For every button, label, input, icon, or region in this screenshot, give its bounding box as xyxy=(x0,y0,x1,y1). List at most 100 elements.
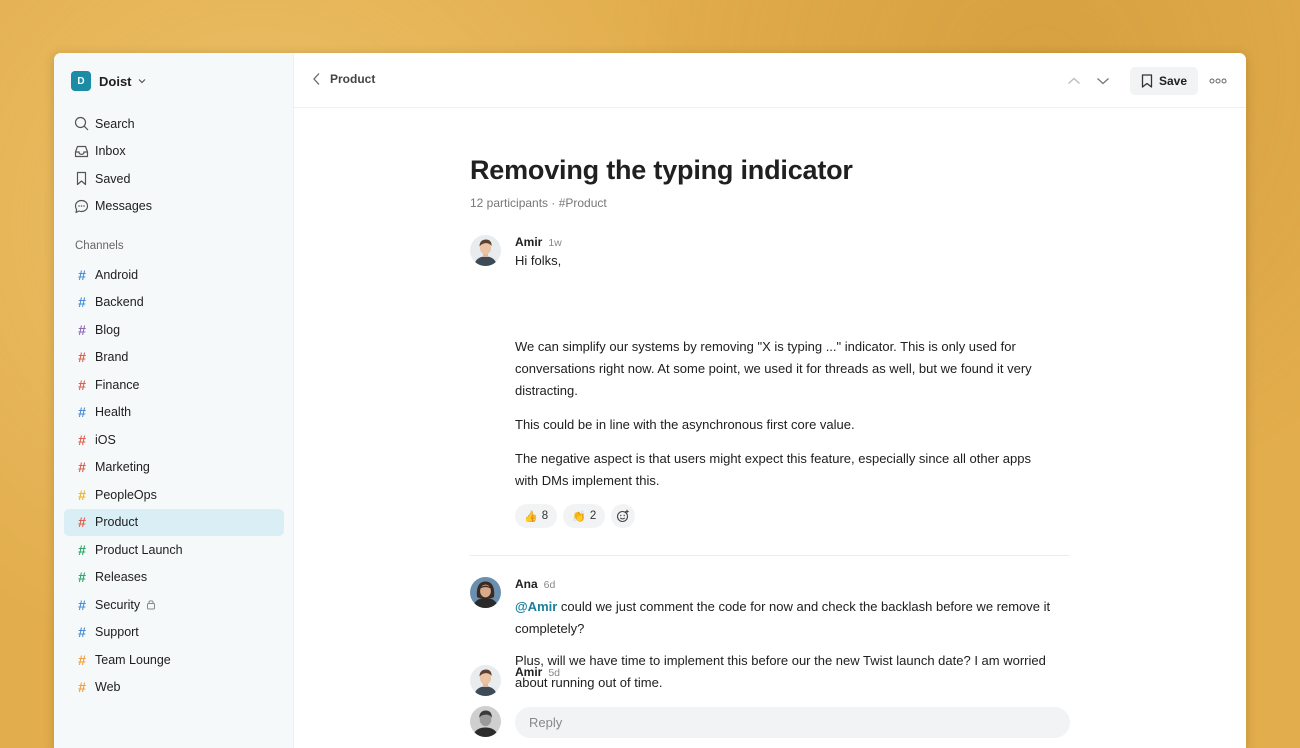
sidebar-item-marketing[interactable]: # Marketing xyxy=(64,454,284,482)
hash-icon: # xyxy=(78,624,86,641)
hash-icon: # xyxy=(78,651,86,668)
sidebar-item-releases[interactable]: # Releases xyxy=(64,564,284,592)
sidebar-item-label: Backend xyxy=(95,295,144,310)
sidebar-item-product-launch[interactable]: # Product Launch xyxy=(64,536,284,564)
back-label: Product xyxy=(330,72,376,86)
hash-icon: # xyxy=(78,486,86,503)
thread-view: Product Save Removing the typing indicat… xyxy=(294,53,1246,748)
sidebar-item-label: Finance xyxy=(95,377,140,392)
save-button[interactable]: Save xyxy=(1130,67,1198,95)
more-options-button[interactable] xyxy=(1208,71,1228,91)
hash-icon: # xyxy=(78,431,86,448)
hash-icon: # xyxy=(78,404,86,421)
add-emoji-icon xyxy=(616,509,630,523)
hash-icon: # xyxy=(78,679,86,696)
hash-icon: # xyxy=(78,266,86,283)
message-paragraph: Hi folks, xyxy=(515,253,562,268)
back-to-channel-button[interactable]: Product xyxy=(312,72,375,86)
reply-input[interactable] xyxy=(515,707,1070,738)
sidebar-item-label: Product xyxy=(95,515,139,530)
message-author[interactable]: Amir xyxy=(515,665,542,679)
hash-icon: # xyxy=(78,569,86,586)
thread-toolbar: Product Save xyxy=(294,53,1246,108)
sidebar-item-label: Web xyxy=(95,680,121,695)
sidebar-item-label: Product Launch xyxy=(95,542,183,557)
workspace-badge: D xyxy=(71,71,91,91)
save-label: Save xyxy=(1158,74,1188,88)
sidebar-item-label: Android xyxy=(95,267,139,282)
hash-icon: # xyxy=(78,321,86,338)
inbox-icon xyxy=(73,143,89,159)
sidebar-item-label: Security xyxy=(95,597,141,612)
message-time[interactable]: 6d xyxy=(544,579,556,591)
sidebar-item-inbox[interactable]: Inbox xyxy=(64,138,284,166)
message-header: Amir 5d xyxy=(515,665,560,679)
sidebar-item-brand[interactable]: # Brand xyxy=(64,344,284,372)
lock-icon xyxy=(146,599,156,610)
avatar[interactable] xyxy=(470,235,501,266)
reaction-clap[interactable]: 👏 2 xyxy=(563,504,606,528)
add-reaction-button[interactable] xyxy=(611,504,636,528)
chat-icon xyxy=(73,198,89,214)
sidebar-item-label: PeopleOps xyxy=(95,487,157,502)
sidebar-item-finance[interactable]: # Finance xyxy=(64,371,284,399)
sidebar-item-label: Brand xyxy=(95,350,129,365)
avatar[interactable] xyxy=(470,665,501,696)
message-author[interactable]: Amir xyxy=(515,235,542,249)
message-time[interactable]: 1w xyxy=(548,237,561,249)
sidebar-item-messages[interactable]: Messages xyxy=(64,193,284,221)
previous-thread-button[interactable] xyxy=(1064,71,1084,91)
bookmark-icon xyxy=(1141,74,1153,88)
sidebar-item-ios[interactable]: # iOS xyxy=(64,426,284,454)
message-author[interactable]: Ana xyxy=(515,577,538,591)
hash-icon: # xyxy=(78,541,86,558)
message-divider xyxy=(470,555,1070,556)
sidebar-item-team-lounge[interactable]: # Team Lounge xyxy=(64,646,284,674)
avatar[interactable] xyxy=(470,706,501,737)
sidebar-item-label: Team Lounge xyxy=(95,652,171,667)
chevron-down-icon xyxy=(137,76,147,86)
more-horizontal-icon xyxy=(1209,78,1227,84)
thread-meta: 12 participants · #Product xyxy=(470,196,607,210)
message-header: Amir 1w xyxy=(515,235,562,249)
sidebar-item-blog[interactable]: # Blog xyxy=(64,316,284,344)
sidebar-item-health[interactable]: # Health xyxy=(64,399,284,427)
message-text: could we just comment the code for now a… xyxy=(515,599,1051,636)
sidebar-item-support[interactable]: # Support xyxy=(64,619,284,647)
message-paragraph: @Amir could we just comment the code for… xyxy=(515,596,1055,640)
sidebar-item-label: Releases xyxy=(95,570,148,585)
sidebar-item-label: Messages xyxy=(95,199,152,214)
channels-heading: Channels xyxy=(75,240,124,252)
message-time[interactable]: 5d xyxy=(548,667,560,679)
sidebar-item-label: Marketing xyxy=(95,460,150,475)
app-window: D Doist Search Inbox Saved Messages Chan… xyxy=(54,53,1246,748)
chevron-down-icon xyxy=(1096,76,1110,86)
sidebar-item-web[interactable]: # Web xyxy=(64,674,284,702)
sidebar: D Doist Search Inbox Saved Messages Chan… xyxy=(54,53,294,748)
sidebar-item-search[interactable]: Search xyxy=(64,110,284,138)
sidebar-item-backend[interactable]: # Backend xyxy=(64,289,284,317)
reactions-bar: 👍 8 👏 2 xyxy=(515,504,636,528)
thread-title: Removing the typing indicator xyxy=(470,155,853,185)
reaction-thumbs-up[interactable]: 👍 8 xyxy=(515,504,558,528)
workspace-switcher[interactable]: D Doist xyxy=(71,71,147,91)
workspace-name: Doist xyxy=(99,73,132,89)
message-header: Ana 6d xyxy=(515,577,555,591)
hash-icon: # xyxy=(78,459,86,476)
next-thread-button[interactable] xyxy=(1093,71,1113,91)
avatar[interactable] xyxy=(470,577,501,608)
reply-composer xyxy=(294,701,1246,748)
reaction-count: 2 xyxy=(589,510,597,522)
sidebar-item-peopleops[interactable]: # PeopleOps xyxy=(64,481,284,509)
sidebar-item-security[interactable]: # Security xyxy=(64,591,284,619)
sidebar-item-label: Saved xyxy=(95,171,131,186)
sidebar-item-saved[interactable]: Saved xyxy=(64,165,284,193)
thumbs-up-icon: 👍 xyxy=(524,510,538,523)
sidebar-item-label: Health xyxy=(95,405,132,420)
sidebar-item-android[interactable]: # Android xyxy=(64,261,284,289)
sidebar-item-product[interactable]: # Product xyxy=(64,508,284,536)
chevron-left-icon xyxy=(312,72,322,86)
user-mention[interactable]: @Amir xyxy=(515,599,557,614)
sidebar-item-label: Support xyxy=(95,625,139,640)
sidebar-item-label: Search xyxy=(95,116,135,131)
